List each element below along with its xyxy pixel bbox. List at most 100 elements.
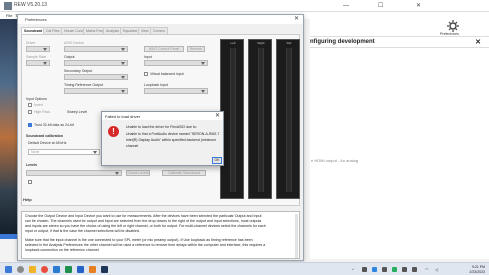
file-explorer-icon[interactable] <box>29 266 36 273</box>
timing-reference-select[interactable] <box>64 88 128 94</box>
clock-time: 9:21 PM <box>471 265 485 269</box>
asio-device-select[interactable] <box>64 46 128 52</box>
help-line-4: input or output, if that is the case the… <box>25 229 140 233</box>
high-pass-label: High Pass <box>34 110 50 114</box>
tray-chevron-icon[interactable]: ^ <box>352 267 354 272</box>
tray-icon-2[interactable] <box>372 267 377 272</box>
virtual-balanced-checkbox[interactable] <box>144 72 148 76</box>
right-panel <box>310 19 489 259</box>
input-select[interactable] <box>144 60 208 66</box>
tab-comms[interactable]: Comms <box>150 27 169 34</box>
check-levels-button[interactable]: Check Levels <box>126 170 150 176</box>
rew-taskbar-icon[interactable] <box>101 266 108 273</box>
preferences-close-icon[interactable]: ✕ <box>294 15 299 22</box>
ok-button[interactable]: OK <box>212 157 222 164</box>
clock-date: 2/23/2023 <box>469 269 485 274</box>
calibration-file-value: None <box>31 150 40 154</box>
error-line-3: Intel(R) Display Audio" within specified… <box>126 138 217 142</box>
error-line-2: Unable to find a PortAudio device named … <box>126 132 220 136</box>
tray-icon-3[interactable] <box>382 267 387 272</box>
preferences-titlebar: Preferences ✕ <box>18 15 303 24</box>
calibration-heading: Soundcard calibration <box>26 134 63 138</box>
sweep-level-label: Sweep Level <box>67 110 88 114</box>
input-options-label: Input Options <box>26 97 47 101</box>
driver-label: Driver <box>26 41 36 45</box>
meter-ref-label: Ref <box>286 41 292 45</box>
tab-cal-files[interactable]: Cal Files <box>43 27 63 34</box>
background-window-title: REW V5.20.13 <box>14 2 48 8</box>
help-line-3: and inputs are stereo so you have the ch… <box>25 224 266 228</box>
minimize-icon[interactable]: — <box>343 2 349 10</box>
levels-heading: Levels <box>26 163 37 167</box>
right-panel-snippet: e HDMI output - An analog <box>311 158 359 163</box>
wifi-icon[interactable]: ◠ <box>425 267 429 272</box>
maximize-icon[interactable]: ☐ <box>378 2 383 10</box>
help-line-5: Make sure that the input channel is the … <box>25 238 253 242</box>
start-icon[interactable] <box>5 266 12 273</box>
asio-control-panel-button[interactable]: ASIO Control Panel <box>144 46 184 52</box>
error-close-icon[interactable]: ✕ <box>215 112 220 119</box>
preferences-title: Preferences <box>25 17 47 22</box>
volume-icon[interactable]: ◁ <box>435 267 438 272</box>
chrome-icon[interactable] <box>41 266 48 273</box>
error-dialog: Failed to load driver ✕ ! Unable to load… <box>101 111 224 166</box>
search-icon[interactable] <box>17 266 24 273</box>
error-titlebar: Failed to load driver ✕ <box>102 112 223 120</box>
default-device-label: Default Device at 48 kHz <box>28 141 67 145</box>
tray-icon-1[interactable] <box>362 267 367 272</box>
high-pass-checkbox[interactable] <box>28 110 32 114</box>
meter-ref-bar <box>286 48 292 192</box>
taskbar: ^ ◠ ◁ 9:21 PM 2/23/2023 <box>0 262 489 275</box>
calibrate-soundcard-button[interactable]: Calibrate Soundcard <box>162 170 206 176</box>
tray-icon-5[interactable] <box>402 267 407 272</box>
word-icon[interactable] <box>77 266 84 273</box>
help-heading: Help <box>23 197 32 202</box>
output-select[interactable] <box>64 60 128 66</box>
outlook-icon[interactable] <box>53 266 60 273</box>
loopback-select[interactable] <box>144 88 208 94</box>
error-title: Failed to load driver <box>105 113 141 119</box>
error-line-1: Unable to load the driver for FlexASIO d… <box>126 125 197 129</box>
meter-ref: Ref <box>276 39 300 199</box>
help-line-2: can be chosen. The channels used for out… <box>25 219 262 223</box>
output-label: Output <box>64 55 75 59</box>
invert-checkbox[interactable] <box>28 103 32 107</box>
input-label: Input <box>144 55 152 59</box>
desktop: REW V5.20.13 — ☐ ✕ File Tools Preference… <box>0 0 489 275</box>
help-line-7: loopback connection on the reference cha… <box>25 248 100 252</box>
tray-icon-4[interactable] <box>392 267 397 272</box>
secondary-output-label: Secondary Output <box>64 69 93 73</box>
invert-label: Invert <box>34 103 43 107</box>
menu-file[interactable]: File <box>6 13 12 18</box>
background-titlebar: REW V5.20.13 — ☐ ✕ <box>0 0 489 12</box>
help-box: Choose the Output Device and Input Devic… <box>21 211 300 259</box>
meter-right-bar <box>258 48 264 192</box>
right-panel-header: nfiguring development ✕ <box>310 36 489 48</box>
sample-rate-label: Sample Rate <box>26 55 47 59</box>
help-line-1: Choose the Output Device and Input Devic… <box>25 214 262 218</box>
excel-icon[interactable] <box>65 266 72 273</box>
help-line-6: selected in the Analysis Preferences the… <box>25 243 266 247</box>
clock[interactable]: 9:21 PM 2/23/2023 <box>469 265 485 274</box>
right-panel-close-icon[interactable]: ✕ <box>475 38 481 46</box>
secondary-output-select[interactable] <box>64 74 128 80</box>
asio-device-label: ASIO Device <box>64 41 85 45</box>
calibration-file-select[interactable]: None <box>28 149 100 155</box>
levels-option-checkbox[interactable] <box>28 180 32 184</box>
trust-32bit-label: Trust 32-bit data as 24-bit <box>34 123 74 127</box>
right-panel-heading: nfiguring development <box>310 39 375 45</box>
meter-left-bar <box>230 48 236 192</box>
driver-select[interactable] <box>26 46 50 52</box>
tray-icon-6[interactable] <box>412 267 417 272</box>
close-icon[interactable]: ✕ <box>416 2 421 10</box>
refresh-button[interactable]: Refresh <box>187 46 205 52</box>
app-icon <box>4 2 12 10</box>
help-scrollbar[interactable] <box>295 214 298 258</box>
meter-left-label: Left <box>230 41 236 45</box>
level-select[interactable] <box>26 170 122 176</box>
sample-rate-select[interactable] <box>26 60 50 66</box>
gear-icon[interactable] <box>447 20 459 32</box>
app-icon-orange[interactable] <box>89 266 96 273</box>
virtual-balanced-label: Virtual balanced input <box>150 72 184 76</box>
trust-32bit-checkbox[interactable] <box>28 123 32 127</box>
